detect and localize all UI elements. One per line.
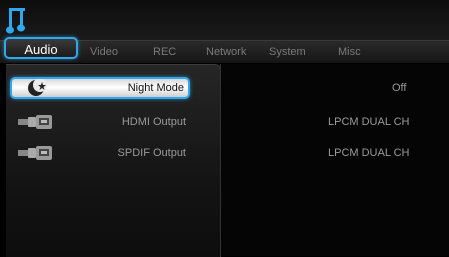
setting-value-night-mode: Off xyxy=(392,82,407,94)
tab-network[interactable]: Network xyxy=(206,44,246,60)
setting-hdmi-output[interactable]: HDMI Output xyxy=(10,111,190,133)
setting-label: SPDIF Output xyxy=(117,147,186,159)
hdmi-connector-icon xyxy=(18,115,52,129)
setting-label: Night Mode xyxy=(127,82,184,94)
moon-star-icon xyxy=(28,79,47,96)
setting-spdif-output[interactable]: SPDIF Output xyxy=(10,142,190,164)
music-note-icon xyxy=(6,8,25,34)
tab-system[interactable]: System xyxy=(269,44,306,60)
tab-video[interactable]: Video xyxy=(90,44,118,60)
setting-value-spdif-output: LPCM DUAL CH xyxy=(328,147,410,159)
tab-audio[interactable]: Audio xyxy=(4,37,78,59)
setting-night-mode[interactable]: Night Mode xyxy=(10,77,190,99)
tab-misc[interactable]: Misc xyxy=(338,44,361,60)
top-bar xyxy=(0,0,449,40)
setting-label: HDMI Output xyxy=(121,116,186,128)
setting-value-hdmi-output: LPCM DUAL CH xyxy=(328,116,410,128)
tab-rec[interactable]: REC xyxy=(153,44,176,60)
spdif-connector-icon xyxy=(18,146,52,160)
